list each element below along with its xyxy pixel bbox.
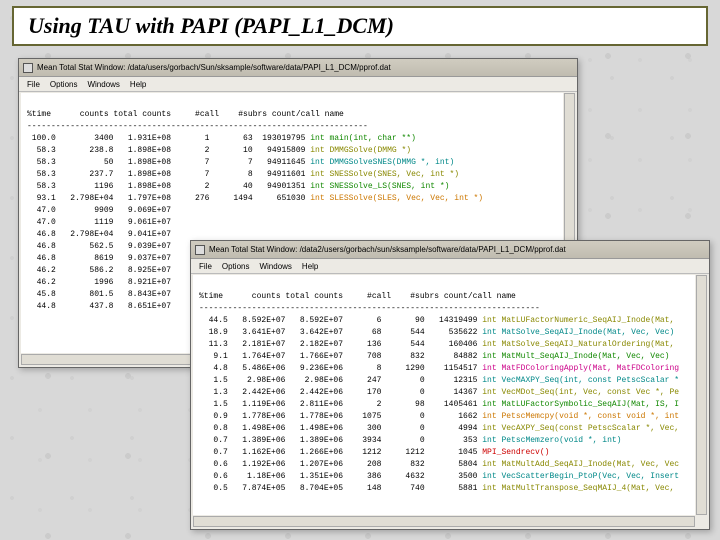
function-name: int VecAXPY_Seq(const PetscScalar *, Vec… xyxy=(482,424,679,433)
table-row: 0.6 1.18E+06 1.351E+06 386 4632 3500 int… xyxy=(199,471,689,483)
window-title-2: Mean Total Stat Window: /data2/users/gor… xyxy=(209,245,566,254)
blank-row xyxy=(27,97,557,109)
table-row: 0.8 1.498E+06 1.498E+06 300 0 4994 int V… xyxy=(199,423,689,435)
function-name: int VecMAXPY_Seq(int, const PetscScalar … xyxy=(482,376,679,385)
function-name: int SNESSolve_LS(SNES, int *) xyxy=(310,182,449,191)
table-row: 100.0 3400 1.931E+08 1 63 193019795 int … xyxy=(27,133,557,145)
function-name: MPI_Sendrecv() xyxy=(482,448,549,457)
blank-row xyxy=(199,279,689,291)
table-row: 0.9 1.778E+06 1.778E+06 1075 0 1662 int … xyxy=(199,411,689,423)
table-row: 47.0 1119 9.061E+07 xyxy=(27,217,557,229)
function-name: int DMMGSolveSNES(DMMG *, int) xyxy=(310,158,454,167)
function-name: int MatMultAdd_SeqAIJ_Inode(Mat, Vec, Ve… xyxy=(482,460,679,469)
stat-window-2: Mean Total Stat Window: /data2/users/gor… xyxy=(190,240,710,530)
table-row: 58.3 238.8 1.898E+08 2 10 94915809 int D… xyxy=(27,145,557,157)
titlebar-2[interactable]: Mean Total Stat Window: /data2/users/gor… xyxy=(191,241,709,259)
function-name: int MatMultTranspose_SeqMAIJ_4(Mat, Vec, xyxy=(482,484,674,493)
menubar-2: File Options Windows Help xyxy=(191,259,709,274)
function-name: int PetscMemzero(void *, int) xyxy=(482,436,621,445)
table-row: 9.1 1.764E+07 1.766E+07 708 832 84882 in… xyxy=(199,351,689,363)
table-row: 18.9 3.641E+07 3.642E+07 68 544 535622 i… xyxy=(199,327,689,339)
scrollbar-horizontal[interactable] xyxy=(193,516,695,527)
menu-options[interactable]: Options xyxy=(50,80,78,89)
menubar-1: File Options Windows Help xyxy=(19,77,577,92)
function-name: int MatLUFactorSymbolic_SeqAIJ(Mat, IS, … xyxy=(482,400,679,409)
table-row: 44.5 8.592E+07 8.592E+07 6 90 14319499 i… xyxy=(199,315,689,327)
window-menu-icon[interactable] xyxy=(195,245,205,255)
table-row: 1.5 1.119E+06 2.811E+06 2 98 1405461 int… xyxy=(199,399,689,411)
table-row: 93.1 2.798E+04 1.797E+08 276 1494 651030… xyxy=(27,193,557,205)
menu-file[interactable]: File xyxy=(199,262,212,271)
table-row: 4.8 5.486E+06 9.236E+06 8 1290 1154517 i… xyxy=(199,363,689,375)
function-name: int MatFDColoringApply(Mat, MatFDColorin… xyxy=(482,364,679,373)
scrollbar-vertical[interactable] xyxy=(696,275,707,515)
function-name: int DMMGSolve(DMMG *) xyxy=(310,146,411,155)
menu-help[interactable]: Help xyxy=(302,262,318,271)
window-menu-icon[interactable] xyxy=(23,63,33,73)
table-row: 58.3 1196 1.898E+08 2 40 94901351 int SN… xyxy=(27,181,557,193)
table-row: 0.5 7.874E+05 8.704E+05 148 740 5881 int… xyxy=(199,483,689,495)
column-header: %time counts total counts #call #subrs c… xyxy=(199,291,689,303)
function-name: int VecScatterBegin_PtoP(Vec, Vec, Inser… xyxy=(482,472,679,481)
function-name: int main(int, char **) xyxy=(310,134,416,143)
function-name: int VecMDot_Seq(int, Vec, const Vec *, P… xyxy=(482,388,679,397)
menu-windows[interactable]: Windows xyxy=(87,80,119,89)
function-name: int SNESSolve(SNES, Vec, int *) xyxy=(310,170,459,179)
menu-windows[interactable]: Windows xyxy=(259,262,291,271)
table-row: 0.7 1.162E+06 1.266E+06 1212 1212 1045 M… xyxy=(199,447,689,459)
slide-title-text: Using TAU with PAPI (PAPI_L1_DCM) xyxy=(28,13,394,39)
table-row: 1.5 2.98E+06 2.98E+06 247 0 12315 int Ve… xyxy=(199,375,689,387)
table-row: 0.6 1.192E+06 1.207E+06 208 832 5804 int… xyxy=(199,459,689,471)
function-name: int PetscMemcpy(void *, const void *, in… xyxy=(482,412,679,421)
function-name: int MatSolve_SeqAIJ_Inode(Mat, Vec, Vec) xyxy=(482,328,674,337)
function-name: int SLESSolve(SLES, Vec, Vec, int *) xyxy=(310,194,483,203)
function-name: int MatSolve_SeqAIJ_NaturalOrdering(Mat, xyxy=(482,340,674,349)
titlebar-1[interactable]: Mean Total Stat Window: /data/users/gorb… xyxy=(19,59,577,77)
menu-file[interactable]: File xyxy=(27,80,40,89)
function-name: int MatLUFactorNumeric_SeqAIJ_Inode(Mat, xyxy=(482,316,674,325)
divider-row: ----------------------------------------… xyxy=(27,121,557,133)
table-row: 58.3 50 1.898E+08 7 7 94911645 int DMMGS… xyxy=(27,157,557,169)
table-row: 11.3 2.181E+07 2.182E+07 136 544 160406 … xyxy=(199,339,689,351)
function-name: int MatMult_SeqAIJ_Inode(Mat, Vec, Vec) xyxy=(482,352,669,361)
table-row: 58.3 237.7 1.898E+08 7 8 94911601 int SN… xyxy=(27,169,557,181)
column-header: %time counts total counts #call #subrs c… xyxy=(27,109,557,121)
table-row: 0.7 1.389E+06 1.389E+06 3934 0 353 int P… xyxy=(199,435,689,447)
content-area-2: %time counts total counts #call #subrs c… xyxy=(193,275,695,515)
menu-help[interactable]: Help xyxy=(130,80,146,89)
menu-options[interactable]: Options xyxy=(222,262,250,271)
table-row: 47.0 9909 9.069E+07 xyxy=(27,205,557,217)
window-title-1: Mean Total Stat Window: /data/users/gorb… xyxy=(37,63,391,72)
slide-title: Using TAU with PAPI (PAPI_L1_DCM) xyxy=(12,6,708,46)
divider-row: ----------------------------------------… xyxy=(199,303,689,315)
table-row: 1.3 2.442E+06 2.442E+06 170 0 14367 int … xyxy=(199,387,689,399)
